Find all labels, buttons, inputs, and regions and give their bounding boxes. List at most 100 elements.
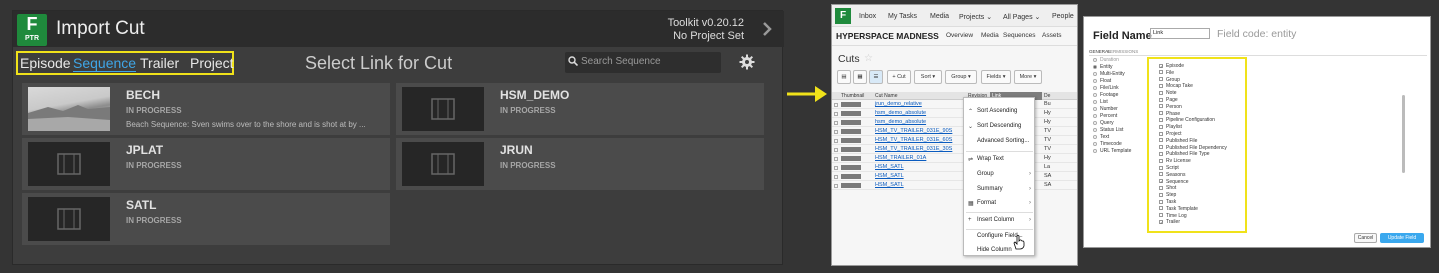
- nav-inbox[interactable]: Inbox: [859, 13, 876, 20]
- table-row[interactable]: HSM_TV_TRAILER_031E_90S1TV: [832, 128, 1077, 136]
- row-cut-name[interactable]: HSM_SATL: [875, 182, 904, 188]
- row-cut-name[interactable]: HSM_SATL: [875, 173, 904, 179]
- nav-media[interactable]: Media: [930, 13, 949, 20]
- fields-button[interactable]: Fields ▾: [981, 70, 1011, 84]
- sequence-card-satl[interactable]: SATL IN PROGRESS: [22, 193, 390, 245]
- type-option[interactable]: Text: [1093, 134, 1109, 140]
- sequence-card-jplat[interactable]: JPLAT IN PROGRESS: [22, 138, 390, 190]
- table-row[interactable]: jrun_demo_relative1Bu: [832, 101, 1077, 109]
- type-option[interactable]: Multi-Entity: [1093, 71, 1125, 77]
- row-checkbox[interactable]: [834, 112, 838, 116]
- row-cut-name[interactable]: hsm_demo_absolute: [875, 119, 926, 125]
- menu-format[interactable]: Format: [977, 200, 996, 206]
- tab-permissions[interactable]: PERMISSIONS: [1107, 49, 1138, 54]
- entity-checkbox[interactable]: Rv License: [1159, 158, 1191, 164]
- row-checkbox[interactable]: [834, 175, 838, 179]
- menu-advanced-sorting[interactable]: Advanced Sorting...: [977, 138, 1029, 144]
- nav-all-pages[interactable]: All Pages ⌄: [1003, 13, 1040, 21]
- add-cut-button[interactable]: + Cut: [887, 70, 911, 84]
- type-option[interactable]: List: [1093, 99, 1108, 105]
- row-cut-name[interactable]: jrun_demo_relative: [875, 101, 922, 107]
- table-row[interactable]: HSM_TRAILER_01A1Hy: [832, 155, 1077, 163]
- list-view-button[interactable]: ▤: [837, 70, 851, 84]
- table-row[interactable]: HSM_SATL3La: [832, 164, 1077, 172]
- tab-trailer[interactable]: Trailer: [140, 55, 179, 71]
- entity-checkbox[interactable]: Published File Dependency: [1159, 145, 1227, 151]
- type-option[interactable]: Float: [1093, 78, 1111, 84]
- menu-hide-column[interactable]: Hide Column: [977, 247, 1012, 253]
- type-option[interactable]: File/Link: [1093, 85, 1119, 91]
- row-checkbox[interactable]: [834, 139, 838, 143]
- type-option[interactable]: Status List: [1093, 127, 1123, 133]
- nav-people[interactable]: People: [1052, 13, 1074, 20]
- sequence-card-bech[interactable]: BECH IN PROGRESS Beach Sequence: Sven sw…: [22, 83, 390, 135]
- table-row[interactable]: HSM_TV_TRAILER_031E_30S1TV: [832, 146, 1077, 154]
- row-checkbox[interactable]: [834, 148, 838, 152]
- entity-checkbox[interactable]: Page: [1159, 97, 1178, 103]
- project-name[interactable]: HYPERSPACE MADNESS: [836, 31, 939, 41]
- entity-checkbox[interactable]: Pipeline Configuration: [1159, 117, 1215, 123]
- row-cut-name[interactable]: HSM_SATL: [875, 164, 904, 170]
- sort-button[interactable]: Sort ▾: [914, 70, 942, 84]
- menu-summary[interactable]: Summary: [977, 186, 1003, 192]
- nav-my-tasks[interactable]: My Tasks: [888, 13, 917, 20]
- entity-checkbox[interactable]: ✓ Sequence: [1159, 179, 1189, 185]
- entity-checkbox[interactable]: Person: [1159, 104, 1182, 110]
- menu-sort-ascending[interactable]: Sort Ascending: [977, 108, 1017, 114]
- table-row[interactable]: hsm_demo_absolute2Hy: [832, 110, 1077, 118]
- entity-checkbox[interactable]: Task: [1159, 199, 1176, 205]
- nav-projects[interactable]: Projects ⌄: [959, 13, 992, 21]
- subnav-sequences[interactable]: Sequences: [1003, 32, 1036, 39]
- table-row[interactable]: HSM_SATL2SA: [832, 173, 1077, 181]
- row-cut-name[interactable]: HSM_TV_TRAILER_031E_90S: [875, 128, 952, 134]
- type-option[interactable]: Number: [1093, 106, 1118, 112]
- entity-checkbox[interactable]: Task Template: [1159, 206, 1198, 212]
- grid-view-button[interactable]: ▦: [853, 70, 867, 84]
- gear-icon[interactable]: [739, 54, 755, 70]
- group-button[interactable]: Group ▾: [945, 70, 977, 84]
- type-option[interactable]: Query: [1093, 120, 1114, 126]
- menu-wrap-text[interactable]: Wrap Text: [977, 156, 1004, 162]
- entity-checkbox[interactable]: ✓ Trailer: [1159, 219, 1180, 225]
- row-checkbox[interactable]: [834, 166, 838, 170]
- entity-checkbox[interactable]: Project: [1159, 131, 1182, 137]
- entity-checkbox[interactable]: Time Log: [1159, 213, 1187, 219]
- cancel-button[interactable]: Cancel: [1354, 233, 1377, 243]
- row-checkbox[interactable]: [834, 130, 838, 134]
- header-thumbnail[interactable]: Thumbnail: [841, 93, 864, 99]
- search-input[interactable]: Search Sequence: [565, 52, 721, 73]
- header-cut-name[interactable]: Cut Name: [875, 93, 898, 99]
- scrollbar[interactable]: [1402, 95, 1405, 173]
- menu-sort-descending[interactable]: Sort Descending: [977, 123, 1021, 129]
- update-field-button[interactable]: Update Field: [1380, 233, 1424, 243]
- subnav-overview[interactable]: Overview: [946, 32, 973, 39]
- table-row[interactable]: hsm_demo_absolute1Hy: [832, 119, 1077, 127]
- type-option[interactable]: Percent: [1093, 113, 1117, 119]
- table-row[interactable]: HSM_TV_TRAILER_031E_60S1TV: [832, 137, 1077, 145]
- tab-sequence[interactable]: Sequence: [73, 55, 137, 72]
- sequence-card-jrun[interactable]: JRUN IN PROGRESS: [396, 138, 764, 190]
- entity-checkbox[interactable]: Group: [1159, 77, 1180, 83]
- header-description[interactable]: De: [1044, 93, 1050, 99]
- favorite-star-icon[interactable]: ☆: [864, 53, 873, 64]
- tab-project[interactable]: Project: [190, 55, 234, 71]
- type-option[interactable]: URL Template: [1093, 148, 1131, 154]
- table-row[interactable]: HSM_SATL1SA: [832, 182, 1077, 190]
- row-cut-name[interactable]: hsm_demo_absolute: [875, 110, 926, 116]
- row-checkbox[interactable]: [834, 103, 838, 107]
- subnav-media[interactable]: Media: [981, 32, 999, 39]
- type-option[interactable]: Footage: [1093, 92, 1118, 98]
- type-option[interactable]: Duration: [1093, 57, 1119, 63]
- more-button[interactable]: More ▾: [1014, 70, 1042, 84]
- site-logo[interactable]: F: [835, 8, 851, 24]
- entity-checkbox[interactable]: Step: [1159, 192, 1176, 198]
- entity-checkbox[interactable]: Seasons: [1159, 172, 1185, 178]
- entity-checkbox[interactable]: File: [1159, 70, 1174, 76]
- sequence-card-hsm-demo[interactable]: HSM_DEMO IN PROGRESS: [396, 83, 764, 135]
- entity-checkbox[interactable]: Playlist: [1159, 124, 1182, 130]
- type-option-selected[interactable]: Entity: [1093, 64, 1113, 70]
- entity-checkbox[interactable]: Published File Type: [1159, 151, 1210, 157]
- entity-checkbox[interactable]: Published File: [1159, 138, 1197, 144]
- entity-checkbox[interactable]: Note: [1159, 90, 1177, 96]
- menu-group[interactable]: Group: [977, 171, 994, 177]
